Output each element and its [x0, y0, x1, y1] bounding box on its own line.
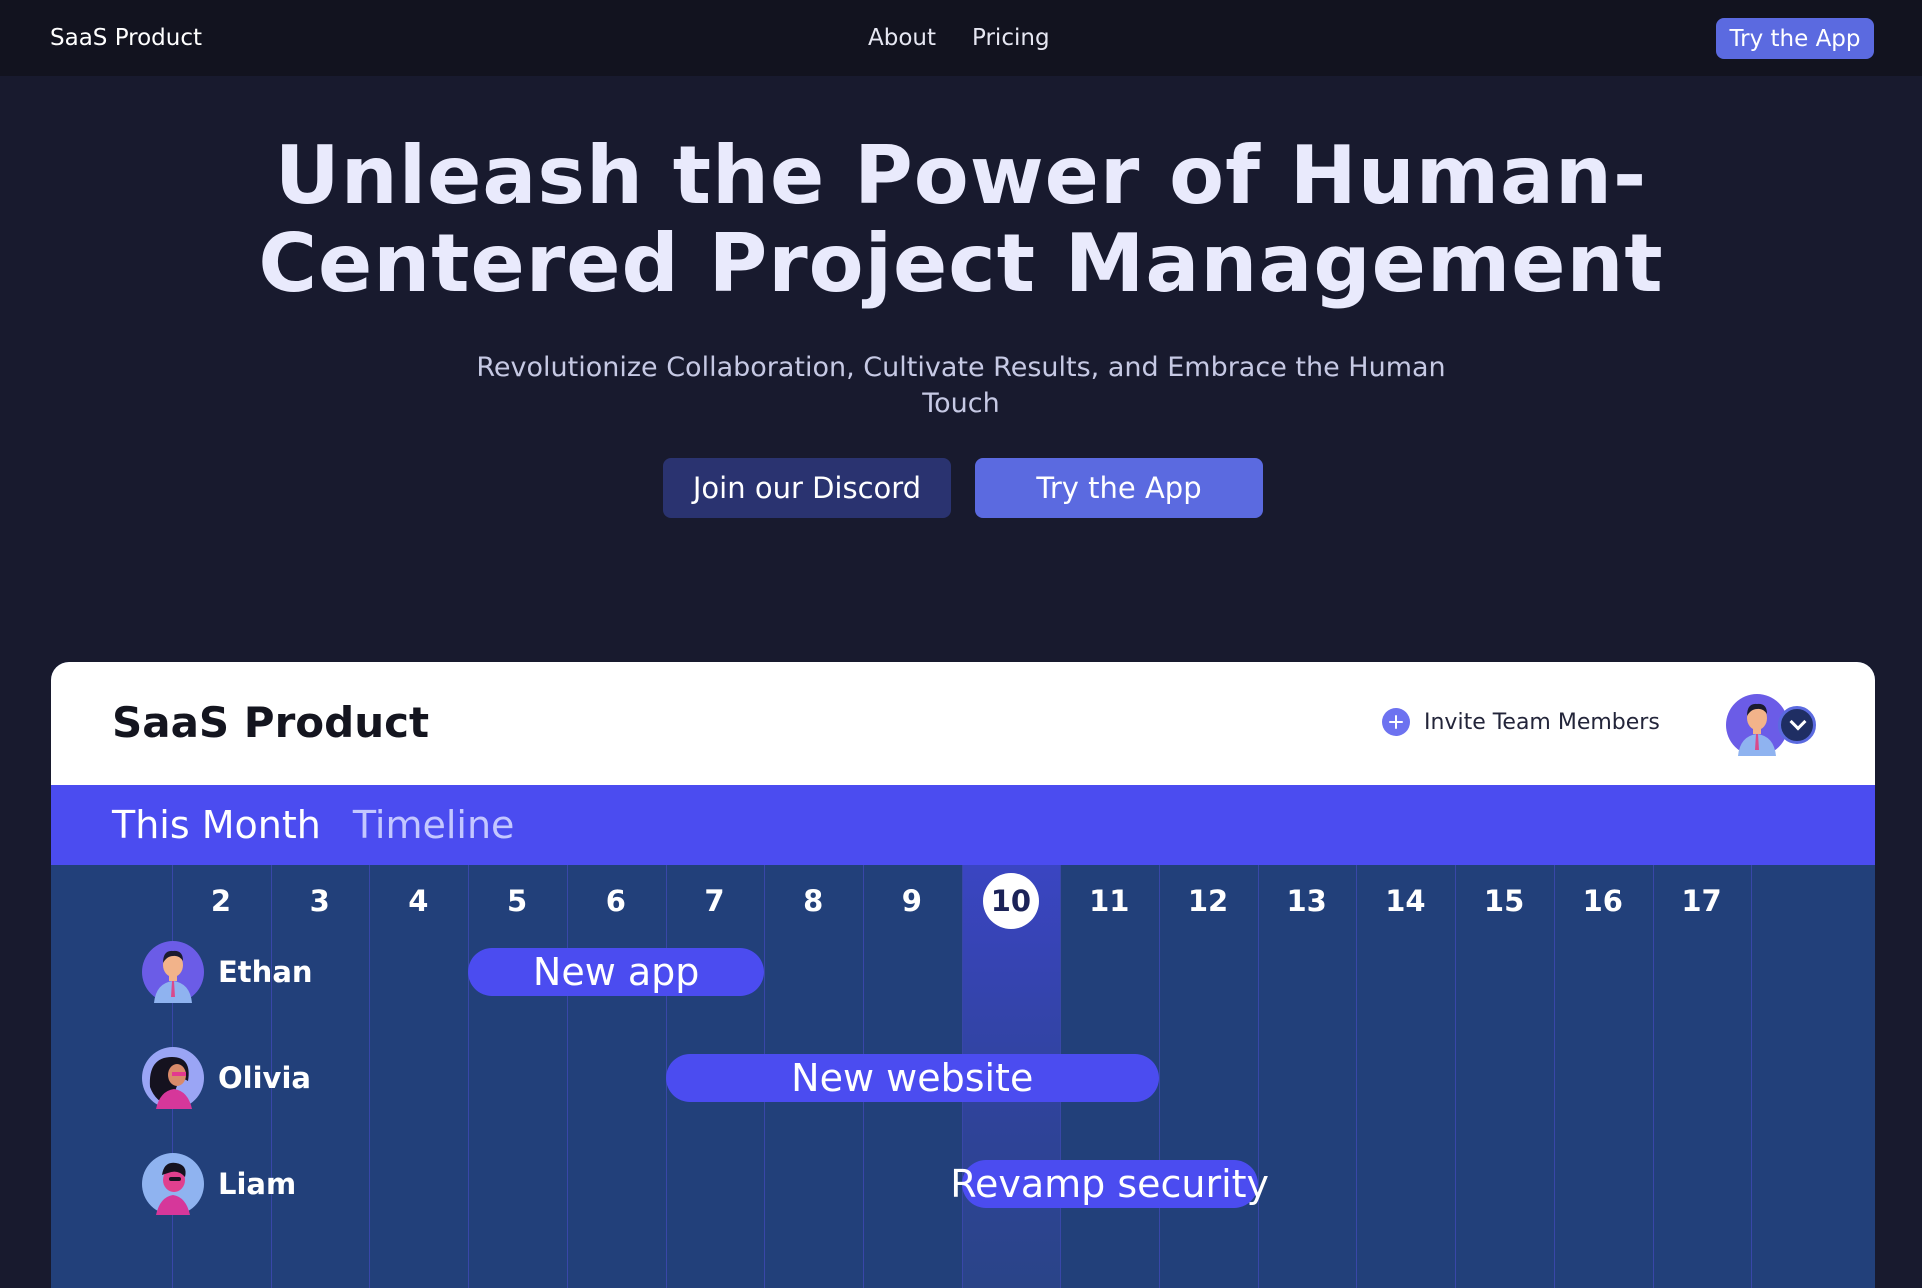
day-label: 5: [507, 884, 528, 918]
app-title: SaaS Product: [112, 698, 430, 747]
chevron-down-icon[interactable]: [1778, 706, 1816, 744]
app-preview: SaaS Product Invite Team Members This Mo…: [51, 662, 1875, 1288]
day-label: 9: [901, 884, 922, 918]
try-app-button[interactable]: Try the App: [975, 458, 1263, 518]
task-bar[interactable]: New app: [468, 948, 765, 996]
day-label: 2: [210, 884, 232, 918]
invite-label: Invite Team Members: [1424, 709, 1660, 735]
hero-title-line-1: Unleash the Power of Human-: [274, 129, 1648, 222]
day-label: 14: [1385, 884, 1426, 918]
person-name: Ethan: [218, 955, 313, 989]
tab-timeline[interactable]: Timeline: [353, 803, 515, 847]
person-name: Olivia: [218, 1061, 311, 1095]
task-bar[interactable]: New website: [665, 1054, 1159, 1102]
user-menu[interactable]: [1726, 694, 1816, 756]
nav-link-pricing[interactable]: Pricing: [972, 25, 1050, 51]
day-label: 11: [1089, 884, 1130, 918]
nav-try-app-button[interactable]: Try the App: [1716, 18, 1874, 59]
hero-title-line-2: Centered Project Management: [258, 217, 1664, 310]
person-row-olivia: Olivia: [142, 1047, 311, 1109]
day-label: 4: [408, 884, 429, 918]
day-label: 13: [1286, 884, 1327, 918]
avatar: [142, 1047, 204, 1109]
day-label: 3: [309, 884, 330, 918]
top-nav: SaaS Product About Pricing Try the App: [0, 0, 1922, 76]
invite-team-members-button[interactable]: Invite Team Members: [1382, 708, 1660, 736]
avatar: [142, 941, 204, 1003]
nav-link-about[interactable]: About: [868, 25, 936, 51]
day-label: 17: [1681, 884, 1722, 918]
join-discord-button[interactable]: Join our Discord: [663, 458, 951, 518]
plus-icon: [1382, 708, 1410, 736]
person-row-liam: Liam: [142, 1153, 296, 1215]
hero-subtitle: Revolutionize Collaboration, Cultivate R…: [476, 352, 1446, 419]
avatar: [142, 1153, 204, 1215]
person-name: Liam: [218, 1167, 297, 1201]
day-label: 7: [704, 884, 725, 918]
day-label: 8: [803, 884, 824, 918]
hero-title: Unleash the Power of Human- Centered Pro…: [0, 132, 1922, 308]
day-label: 6: [605, 884, 626, 918]
day-label: 15: [1483, 884, 1525, 918]
today-day-label: 10: [982, 873, 1039, 929]
timeline-grid: Ethan Olivia Liam 2 3 4 5 6 7 8 9 10 11 12 13 14 15 16…: [51, 865, 1875, 1288]
tab-this-month[interactable]: This Month: [112, 803, 321, 847]
nav-links: About Pricing: [868, 0, 1050, 76]
brand-logo[interactable]: SaaS Product: [50, 0, 202, 76]
person-row-ethan: Ethan: [142, 941, 313, 1003]
view-tabs: This Month Timeline: [51, 785, 1875, 865]
day-label: 12: [1187, 884, 1229, 918]
task-bar[interactable]: Revamp security: [950, 1160, 1269, 1208]
app-header: SaaS Product Invite Team Members: [51, 662, 1875, 785]
grid-line: [1751, 865, 1752, 1288]
day-label: 16: [1582, 884, 1623, 918]
